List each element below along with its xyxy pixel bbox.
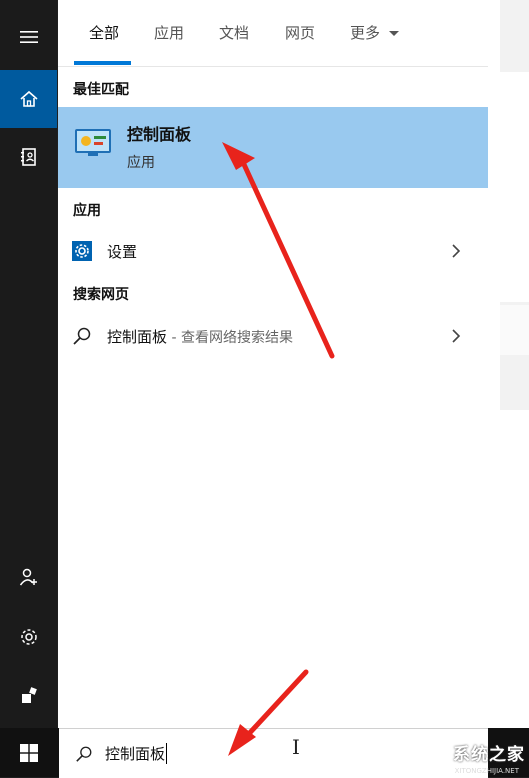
- best-match-subtitle: 应用: [127, 155, 155, 171]
- control-panel-icon: [75, 129, 111, 156]
- app-result-label: 设置: [107, 243, 138, 261]
- search-results-panel: 全部 应用 文档 网页 更多 最佳匹配 控制面板 应用 应用 设置 搜索网页 控…: [58, 0, 488, 728]
- watermark-logo-icon: [420, 738, 446, 766]
- section-apps: 应用: [73, 203, 101, 219]
- settings-gear-icon: [72, 241, 92, 261]
- active-tab-indicator: [74, 61, 131, 65]
- left-rail: [0, 0, 57, 728]
- tab-all[interactable]: 全部: [89, 22, 119, 43]
- search-input-value: 控制面板: [105, 743, 168, 764]
- tab-more[interactable]: 更多: [350, 22, 400, 43]
- app-result-settings[interactable]: 设置: [58, 229, 488, 273]
- web-result-sublabel: - 查看网络搜索结果: [167, 330, 293, 346]
- start-button[interactable]: [0, 728, 57, 777]
- hamburger-icon: [19, 31, 38, 43]
- tab-more-label: 更多: [350, 24, 381, 42]
- preview-card: [500, 72, 529, 302]
- web-result-item[interactable]: 控制面板 - 查看网络搜索结果: [58, 314, 488, 358]
- chevron-down-icon: [388, 31, 399, 36]
- search-icon: [73, 327, 91, 345]
- gear-icon: [20, 629, 37, 645]
- web-result-query: 控制面板: [107, 328, 168, 346]
- user-button[interactable]: [0, 666, 57, 724]
- menu-button[interactable]: [0, 8, 57, 66]
- web-result-label: 控制面板 - 查看网络搜索结果: [107, 326, 293, 347]
- chevron-right-icon[interactable]: [450, 326, 462, 346]
- chevron-right-icon[interactable]: [450, 241, 462, 261]
- search-icon: [76, 746, 92, 762]
- notebook-icon: [20, 148, 36, 166]
- best-match-item[interactable]: 控制面板 应用: [58, 107, 488, 188]
- watermark-text: 系统之家: [453, 744, 525, 765]
- add-person-icon: [19, 568, 37, 586]
- notebook-button[interactable]: [0, 128, 57, 186]
- add-account-button[interactable]: [0, 548, 57, 606]
- filter-tabs: 全部 应用 文档 网页 更多: [58, 0, 488, 67]
- tab-apps[interactable]: 应用: [154, 22, 184, 43]
- text-cursor-icon: I: [292, 735, 300, 759]
- settings-button[interactable]: [0, 608, 57, 666]
- best-match-title: 控制面板: [127, 125, 192, 144]
- tab-web[interactable]: 网页: [285, 22, 315, 43]
- tab-documents[interactable]: 文档: [219, 22, 249, 43]
- home-button[interactable]: [0, 70, 57, 128]
- watermark: 系统之家 XITONGZHIJIA.NET: [419, 731, 525, 775]
- section-web: 搜索网页: [73, 287, 129, 303]
- windows-logo-icon: [19, 743, 38, 762]
- section-best-match: 最佳匹配: [73, 82, 129, 98]
- preview-pane: [488, 0, 529, 728]
- home-icon: [19, 90, 38, 107]
- user-icon: [21, 687, 37, 703]
- preview-card: [500, 410, 529, 728]
- preview-divider: [488, 0, 500, 728]
- preview-card: [500, 305, 529, 355]
- watermark-url: XITONGZHIJIA.NET: [454, 767, 519, 775]
